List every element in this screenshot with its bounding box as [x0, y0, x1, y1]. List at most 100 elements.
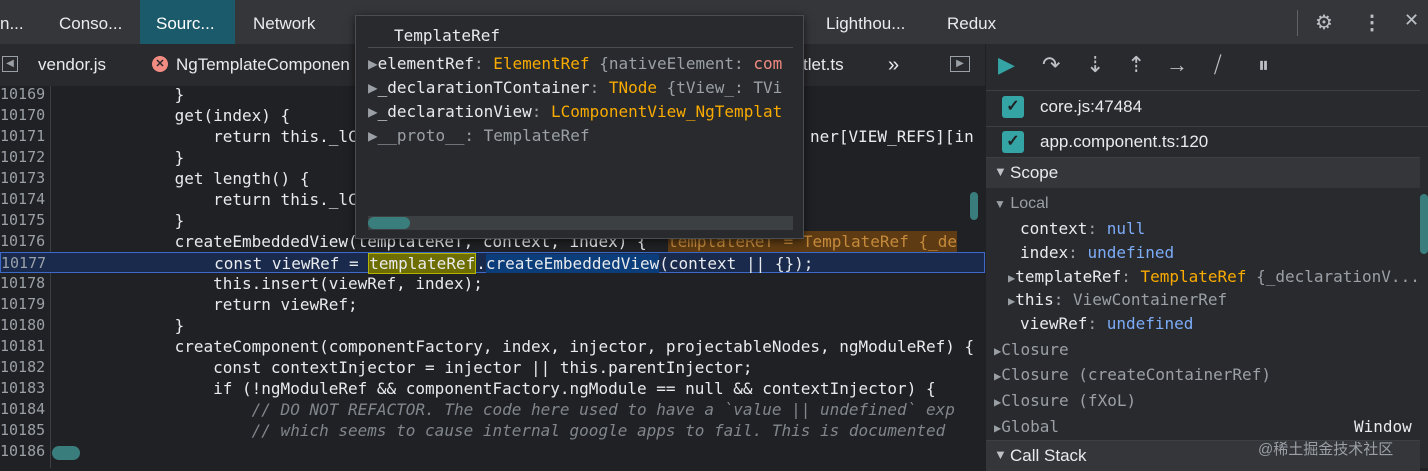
- code-text: createComponent(componentFactory, index,…: [59, 337, 975, 356]
- scope-closure-createcontainerref[interactable]: ▶Closure (createContainerRef): [994, 365, 1271, 384]
- step-over-icon[interactable]: ↷: [1042, 52, 1060, 78]
- code-line[interactable]: 10184 // DO NOT REFACTOR. The code here …: [0, 399, 985, 420]
- highlighted-token[interactable]: templateRef: [368, 253, 477, 274]
- file-tab-vendor[interactable]: vendor.js: [38, 44, 106, 86]
- breakpoint-label: core.js:47484: [1040, 97, 1143, 116]
- code-line[interactable]: 10183 if (!ngModuleRef && componentFacto…: [0, 378, 985, 399]
- line-number[interactable]: 10186: [0, 441, 46, 462]
- line-number[interactable]: 10178: [0, 273, 46, 294]
- breakpoint-checkbox[interactable]: ✓: [1002, 131, 1024, 153]
- line-number[interactable]: 10175: [0, 210, 46, 231]
- breakpoint-row[interactable]: ✓ core.js:47484: [986, 92, 1428, 124]
- chevron-down-icon: ▼: [994, 197, 1006, 211]
- line-number[interactable]: 10171: [0, 126, 46, 147]
- code-line[interactable]: 10181 createComponent(componentFactory, …: [0, 336, 985, 357]
- scope-local[interactable]: ▼ Local: [994, 195, 1049, 213]
- toggle-navigator-icon[interactable]: ◀: [2, 56, 18, 72]
- breakpoint-label: app.component.ts:120: [1040, 132, 1209, 151]
- code-text: // which seems to cause internal google …: [59, 421, 946, 440]
- code-hscroll-thumb[interactable]: [52, 446, 80, 460]
- popover-row-declaration-view[interactable]: ▶_declarationView: LComponentView_NgTemp…: [368, 102, 782, 121]
- breakpoint-row[interactable]: ✓ app.component.ts:120: [986, 126, 1428, 159]
- code-line[interactable]: 10185 // which seems to cause internal g…: [0, 420, 985, 441]
- line-number[interactable]: 10177: [1, 253, 47, 274]
- line-number[interactable]: 10185: [0, 420, 46, 441]
- debugger-sidebar: ▶ ↷ ⇣ ⇡ → ⧸ ⏸ ✓ core.js:47484 ✓ app.comp…: [986, 44, 1428, 471]
- code-text: this.insert(viewRef, index);: [59, 274, 483, 293]
- step-out-icon[interactable]: ⇡: [1127, 52, 1145, 78]
- code-text: const viewRef = templateRef.createEmbedd…: [60, 253, 814, 274]
- step-icon[interactable]: →: [1166, 52, 1188, 78]
- scope-closure[interactable]: ▶Closure: [994, 340, 1069, 359]
- popover-title: TemplateRef: [394, 26, 500, 45]
- file-tab-outlet[interactable]: tlet.ts: [803, 44, 844, 86]
- scope-var-this[interactable]: ▶this: ViewContainerRef: [1008, 290, 1227, 309]
- code-text: return viewRef;: [59, 295, 358, 314]
- scope-var-context[interactable]: context: null: [1020, 219, 1145, 238]
- tab-elements[interactable]: n...: [0, 0, 24, 44]
- hover-popover: TemplateRef ▶elementRef: ElementRef {nat…: [355, 15, 804, 239]
- deactivate-breakpoints-icon[interactable]: ⧸: [1214, 52, 1221, 78]
- resume-icon[interactable]: ▶: [998, 52, 1015, 78]
- code-text: }: [59, 211, 185, 230]
- line-number[interactable]: 10179: [0, 294, 46, 315]
- code-line[interactable]: 10177 const viewRef = templateRef.create…: [0, 252, 985, 274]
- line-number[interactable]: 10173: [0, 168, 46, 189]
- popover-scroll-thumb[interactable]: [368, 217, 410, 229]
- code-line[interactable]: 10182 const contextInjector = injector |…: [0, 357, 985, 378]
- line-number[interactable]: 10176: [0, 231, 46, 252]
- pause-on-exceptions-icon[interactable]: ⏸: [1258, 52, 1269, 78]
- more-tabs-button[interactable]: »: [888, 44, 899, 86]
- code-text: // DO NOT REFACTOR. The code here used t…: [59, 400, 955, 419]
- toggle-debugger-icon[interactable]: ▶: [950, 56, 970, 72]
- tab-redux[interactable]: Redux: [947, 0, 996, 44]
- code-text: const contextInjector = injector || this…: [59, 358, 753, 377]
- close-icon[interactable]: ✕: [1404, 10, 1419, 31]
- divider: [1297, 10, 1298, 36]
- code-line[interactable]: 10179 return viewRef;: [0, 294, 985, 315]
- file-tab-ngtemplate[interactable]: NgTemplateComponen: [176, 44, 350, 86]
- watermark: @稀土掘金技术社区: [1258, 441, 1394, 458]
- scope-var-viewref[interactable]: viewRef: undefined: [1020, 314, 1193, 333]
- chevron-down-icon: ▼: [994, 447, 1007, 462]
- popover-scrollbar[interactable]: [368, 216, 793, 230]
- popover-separator: [368, 47, 793, 48]
- tab-network[interactable]: Network: [253, 0, 315, 44]
- popover-row-declaration-tcontainer[interactable]: ▶_declarationTContainer: TNode {tView_: …: [368, 78, 782, 97]
- line-number[interactable]: 10182: [0, 357, 46, 378]
- code-text: }: [59, 316, 185, 335]
- selected-method[interactable]: createEmbeddedView: [485, 254, 660, 273]
- scope-global[interactable]: ▶Global: [994, 417, 1059, 436]
- breakpoint-checkbox[interactable]: ✓: [1002, 96, 1024, 118]
- tab-lighthouse[interactable]: Lighthou...: [826, 0, 905, 44]
- tab-sources[interactable]: Sourc...: [140, 0, 235, 44]
- gear-icon[interactable]: ⚙: [1315, 10, 1333, 35]
- line-number[interactable]: 10184: [0, 399, 46, 420]
- popover-row-proto[interactable]: ▶__proto__: TemplateRef: [368, 126, 590, 145]
- code-text: if (!ngModuleRef && componentFactory.ngM…: [59, 379, 936, 398]
- scope-closure-fxol[interactable]: ▶Closure (fXoL): [994, 391, 1136, 410]
- line-number[interactable]: 10174: [0, 189, 46, 210]
- code-line[interactable]: 10180 }: [0, 315, 985, 336]
- scope-var-index[interactable]: index: undefined: [1020, 243, 1174, 262]
- step-into-icon[interactable]: ⇣: [1086, 52, 1104, 78]
- code-line[interactable]: 10186: [0, 441, 985, 462]
- error-icon: ✕: [152, 56, 168, 72]
- line-number[interactable]: 10183: [0, 378, 46, 399]
- code-text: return this._lC: [59, 127, 358, 146]
- line-number[interactable]: 10169: [0, 86, 46, 105]
- code-text: return this._lC: [59, 190, 358, 209]
- popover-row-elementref[interactable]: ▶elementRef: ElementRef {nativeElement: …: [368, 54, 782, 73]
- more-vertical-icon[interactable]: ⋮: [1362, 10, 1382, 35]
- code-scroll-thumb[interactable]: [970, 192, 978, 220]
- line-number[interactable]: 10180: [0, 315, 46, 336]
- line-number[interactable]: 10172: [0, 147, 46, 168]
- code-text: }: [59, 86, 185, 104]
- scope-section-header[interactable]: ▼ Scope: [986, 157, 1420, 188]
- scope-var-templateref[interactable]: ▶templateRef: TemplateRef {_declarationV…: [1008, 267, 1420, 286]
- line-number[interactable]: 10170: [0, 105, 46, 126]
- line-number[interactable]: 10181: [0, 336, 46, 357]
- sidebar-scroll-thumb[interactable]: [1420, 194, 1428, 254]
- tab-console[interactable]: Conso...: [59, 0, 122, 44]
- code-line[interactable]: 10178 this.insert(viewRef, index);: [0, 273, 985, 294]
